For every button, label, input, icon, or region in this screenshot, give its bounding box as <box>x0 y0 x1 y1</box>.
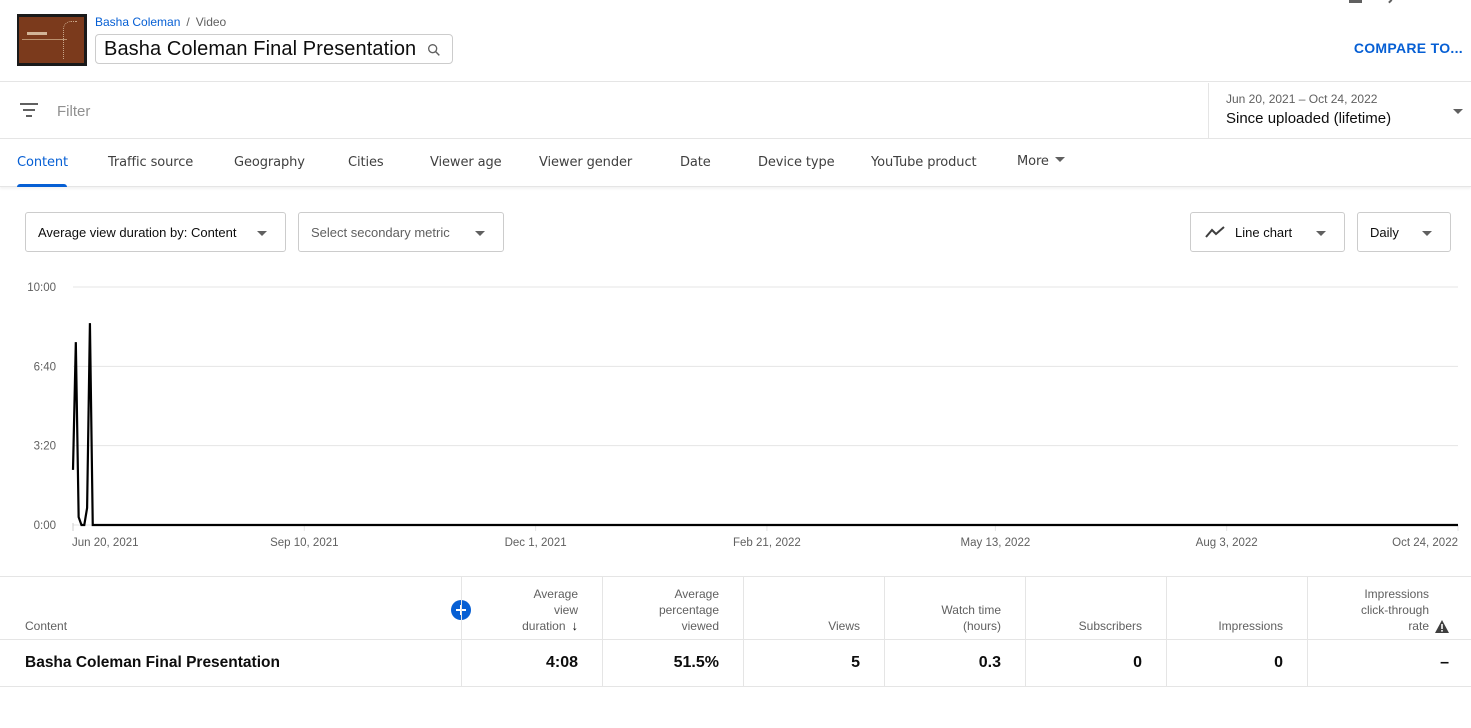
tab-content[interactable]: Content <box>17 155 68 170</box>
tab-traffic-source[interactable]: Traffic source <box>108 155 193 170</box>
chart-type-label: Line chart <box>1235 224 1293 240</box>
secondary-metric-dropdown[interactable]: Select secondary metric <box>298 212 504 252</box>
chart-svg: 0:00 3:20 6:40 10:00 Jun 20, 2021 Sep 10, 202… <box>27 282 1459 549</box>
chevron-down-icon <box>1453 109 1463 114</box>
y-tick-label: 0:00 <box>34 520 56 532</box>
line-chart: 0:00 3:20 6:40 10:00 Jun 20, 2021 Sep 10, 202… <box>0 270 1471 560</box>
breadcrumb-section: Video <box>195 15 227 29</box>
granularity-label: Daily <box>1370 224 1399 240</box>
caret-down-icon <box>1054 157 1065 162</box>
sort-descending-icon: ↓ <box>571 618 579 633</box>
tab-cities[interactable]: Cities <box>348 155 384 170</box>
filter-input[interactable] <box>57 99 1057 123</box>
cell-avg-view-duration: 4:08 <box>461 640 602 686</box>
header-line: Subscribers <box>1078 619 1142 633</box>
warning-icon[interactable] <box>1435 620 1449 633</box>
granularity-dropdown[interactable]: Daily <box>1357 212 1451 252</box>
header-line: percentage <box>658 603 719 617</box>
x-tick-label: Jun 20, 2021 <box>72 537 139 549</box>
header-line: click-through <box>1360 603 1429 617</box>
line-chart-icon <box>1205 226 1225 238</box>
x-tick-label: May 13, 2022 <box>961 537 1031 549</box>
cell-avg-percentage-viewed: 51.5% <box>602 640 743 686</box>
x-tick-label: Aug 3, 2022 <box>1196 537 1258 549</box>
date-range-picker[interactable]: Jun 20, 2021 – Oct 24, 2022 Since upload… <box>1208 83 1471 139</box>
x-tick-label: Feb 21, 2022 <box>733 537 801 549</box>
filter-icon[interactable] <box>20 103 38 117</box>
header-line: (hours) <box>962 619 1001 633</box>
primary-metric-dropdown[interactable]: Average view duration by: Content <box>25 212 286 252</box>
active-tab-indicator <box>17 184 67 187</box>
secondary-metric-placeholder: Select secondary metric <box>311 224 450 240</box>
primary-metric-label: Average view duration by: Content <box>38 224 237 240</box>
caret-down-icon <box>257 231 267 236</box>
search-icon[interactable] <box>426 42 442 58</box>
header-line: view <box>553 603 578 617</box>
column-header-subscribers[interactable]: Subscribers <box>1025 577 1166 640</box>
tab-viewer-gender[interactable]: Viewer gender <box>539 155 632 170</box>
video-title: Basha Coleman Final Presentation <box>104 37 417 60</box>
tab-date[interactable]: Date <box>680 155 711 170</box>
series-line <box>71 323 1458 527</box>
compare-to-button[interactable]: COMPARE TO... <box>1354 40 1463 56</box>
column-header-avg-percentage-viewed[interactable]: Average percentage viewed <box>602 577 743 640</box>
table-header: Content Average view duration ↓ Average perc… <box>0 576 1471 640</box>
top-right-icons-partial <box>1349 0 1411 5</box>
column-header-impressions[interactable]: Impressions <box>1166 577 1307 640</box>
header-line: Average <box>533 587 578 601</box>
video-thumbnail[interactable] <box>17 14 87 66</box>
cell-watch-time: 0.3 <box>884 640 1025 686</box>
column-header-watch-time[interactable]: Watch time (hours) <box>884 577 1025 640</box>
caret-down-icon <box>1316 231 1326 236</box>
table-row[interactable]: Basha Coleman Final Presentation 4:08 51… <box>0 640 1471 687</box>
y-tick-label: 3:20 <box>34 441 56 453</box>
y-tick-label: 6:40 <box>34 361 56 373</box>
x-tick-label: Sep 10, 2021 <box>270 537 338 549</box>
cell-subscribers: 0 <box>1025 640 1166 686</box>
x-tick-label: Oct 24, 2022 <box>1392 537 1458 549</box>
tab-more[interactable]: More <box>1017 154 1065 169</box>
dimension-tabs: Content Traffic source Geography Cities … <box>0 140 1471 187</box>
header-line: viewed <box>681 619 719 633</box>
y-tick-label: 10:00 <box>27 282 56 294</box>
cell-content-title[interactable]: Basha Coleman Final Presentation <box>0 640 461 686</box>
breadcrumb-separator: / <box>186 15 190 29</box>
date-period-label: Since uploaded (lifetime) <box>1226 110 1392 127</box>
cell-ctr: – <box>1307 640 1471 686</box>
tab-geography[interactable]: Geography <box>234 155 305 170</box>
column-header-content[interactable]: Content <box>0 577 461 640</box>
video-header: Basha Coleman / Video Basha Coleman Final … <box>0 0 1471 82</box>
breadcrumb: Basha Coleman / Video <box>95 14 226 30</box>
header-line: Views <box>828 619 860 633</box>
tab-youtube-product[interactable]: YouTube product <box>871 155 977 170</box>
header-line: rate <box>1408 619 1429 633</box>
chart-type-dropdown[interactable]: Line chart <box>1190 212 1345 252</box>
x-tick-label: Dec 1, 2021 <box>505 537 567 549</box>
cell-impressions: 0 <box>1166 640 1307 686</box>
column-header-ctr[interactable]: Impressions click-through rate <box>1307 577 1471 640</box>
header-line: Average <box>674 587 719 601</box>
tab-device-type[interactable]: Device type <box>758 155 835 170</box>
header-line: Watch time <box>941 603 1001 617</box>
caret-down-icon <box>1422 231 1432 236</box>
column-header-views[interactable]: Views <box>743 577 884 640</box>
caret-down-icon <box>475 231 485 236</box>
date-range-text: Jun 20, 2021 – Oct 24, 2022 <box>1226 92 1378 106</box>
column-header-avg-view-duration[interactable]: Average view duration ↓ <box>461 577 602 640</box>
filter-bar: Jun 20, 2021 – Oct 24, 2022 Since upload… <box>0 83 1471 139</box>
thumbnail-image <box>19 17 84 63</box>
header-line: Impressions <box>1364 587 1429 601</box>
tab-more-label: More <box>1017 154 1049 169</box>
breadcrumb-channel-link[interactable]: Basha Coleman <box>95 15 180 29</box>
video-selector[interactable]: Basha Coleman Final Presentation <box>95 34 454 64</box>
cell-views: 5 <box>743 640 884 686</box>
header-line: Impressions <box>1218 619 1283 633</box>
tab-viewer-age[interactable]: Viewer age <box>430 155 502 170</box>
header-line: duration <box>522 619 566 633</box>
